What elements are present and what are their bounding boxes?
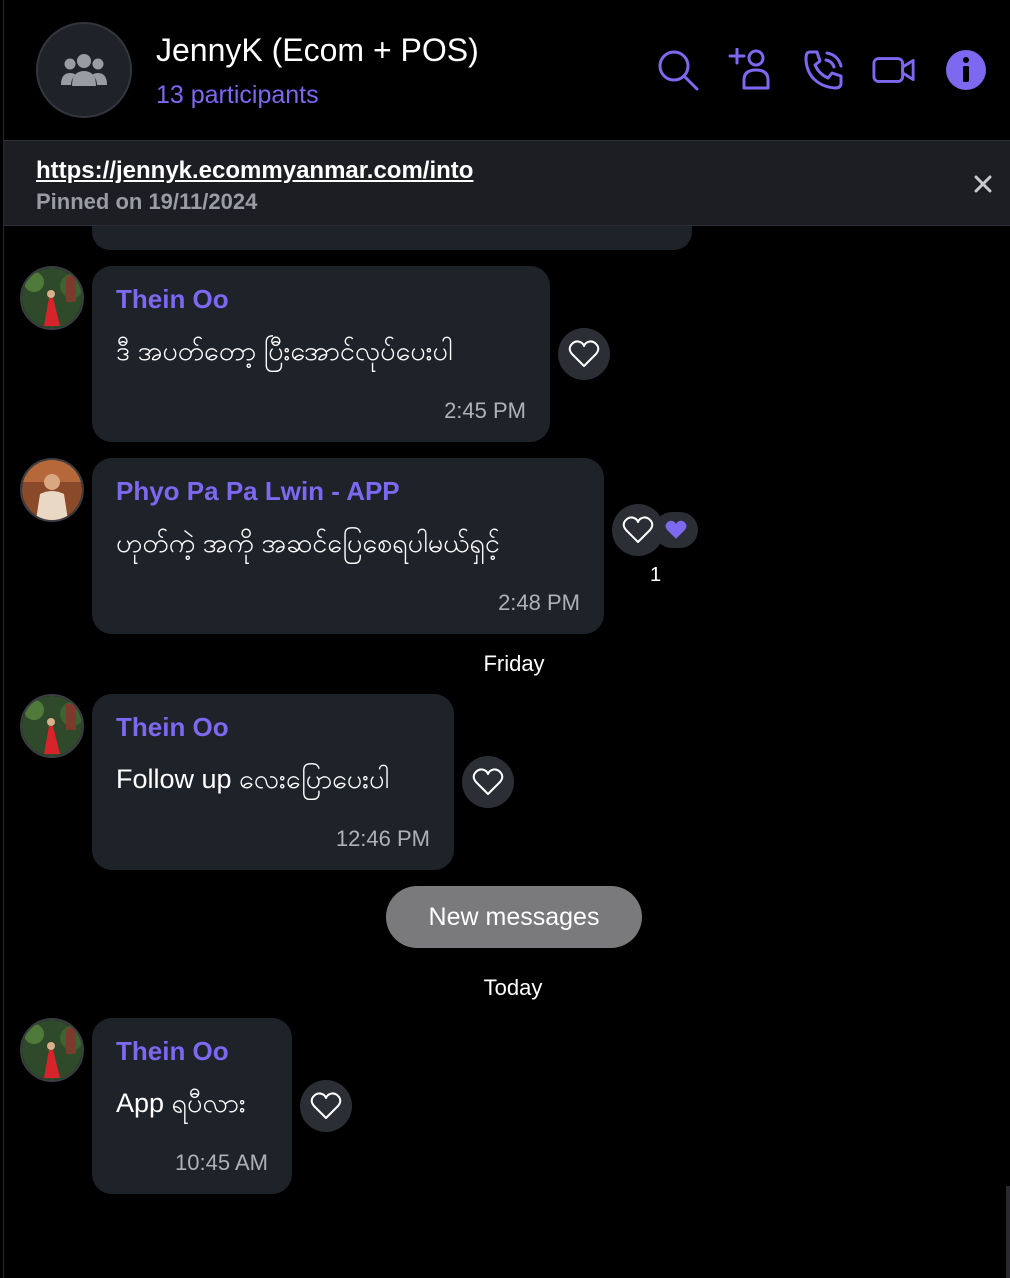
participants-count[interactable]: 13 participants [156, 81, 319, 110]
profile-photo-icon [22, 696, 82, 756]
heart-filled-icon [665, 520, 687, 539]
chat-title[interactable]: JennyK (Ecom + POS) [156, 32, 479, 69]
react-button[interactable] [612, 504, 664, 556]
voice-call-button[interactable] [802, 48, 846, 92]
avatar[interactable] [20, 694, 84, 758]
message-text: ဟုတ်ကဲ့ အကို အဆင်ပြေစေရပါမယ်ရှင့် [116, 528, 500, 558]
search-icon [658, 50, 699, 91]
profile-photo-icon [22, 460, 82, 520]
message-time: 12:46 PM [335, 826, 430, 851]
search-button[interactable] [656, 48, 700, 92]
message-bubble[interactable]: Thein Oo App ရပီလား 10:45 AM [92, 1018, 292, 1194]
sender-name[interactable]: Phyo Pa Pa Lwin - APP [116, 476, 400, 507]
react-button[interactable] [300, 1080, 352, 1132]
sender-name[interactable]: Thein Oo [116, 284, 229, 315]
sender-name[interactable]: Thein Oo [116, 712, 229, 743]
date-separator: Today [483, 975, 543, 1000]
add-participant-button[interactable] [728, 48, 772, 92]
avatar[interactable] [20, 458, 84, 522]
sender-name[interactable]: Thein Oo [116, 1036, 229, 1067]
avatar[interactable] [20, 1018, 84, 1082]
message-text: App ရပီလား [116, 1088, 246, 1118]
video-call-icon [872, 57, 915, 83]
new-messages-button[interactable]: New messages [386, 886, 642, 948]
add-participant-icon [728, 48, 770, 90]
close-icon [974, 175, 992, 193]
message-text: Follow up လေးပြောပေးပါ [116, 764, 390, 794]
previous-message-bubble [92, 226, 692, 250]
heart-outline-icon [472, 768, 504, 795]
group-icon [61, 54, 107, 86]
message-time: 10:45 AM [175, 1150, 268, 1175]
message-time: 2:48 PM [498, 590, 580, 615]
message-time: 2:45 PM [444, 398, 526, 423]
close-pinned-button[interactable] [970, 171, 996, 197]
react-button[interactable] [462, 756, 514, 808]
avatar[interactable] [20, 266, 84, 330]
pinned-date: Pinned on 19/11/2024 [36, 189, 258, 214]
reaction-count: 1 [650, 564, 662, 586]
voice-call-icon [804, 50, 843, 90]
heart-outline-icon [310, 1092, 342, 1119]
pinned-message-bar[interactable]: https://jennyk.ecommyanmar.com/into Pinn… [4, 140, 1010, 226]
info-icon [946, 50, 986, 90]
profile-photo-icon [22, 1020, 82, 1080]
message-text: ဒီ အပတ်တော့ ပြီးအောင်လုပ်ပေးပါ [116, 336, 453, 366]
group-avatar[interactable] [36, 22, 132, 118]
profile-photo-icon [22, 268, 82, 328]
message-bubble[interactable]: Thein Oo Follow up လေးပြောပေးပါ 12:46 PM [92, 694, 454, 870]
react-button[interactable] [558, 328, 610, 380]
video-call-button[interactable] [872, 48, 916, 92]
scrollbar[interactable] [1006, 1186, 1010, 1278]
heart-outline-icon [568, 340, 600, 367]
chat-header: JennyK (Ecom + POS) 13 participants [4, 0, 1010, 140]
message-bubble[interactable]: Phyo Pa Pa Lwin - APP ဟုတ်ကဲ့ အကို အဆင်ပ… [92, 458, 604, 634]
date-separator: Friday [483, 651, 545, 676]
heart-outline-icon [622, 516, 654, 543]
pinned-link[interactable]: https://jennyk.ecommyanmar.com/into [36, 157, 473, 185]
message-bubble[interactable]: Thein Oo ဒီ အပတ်တော့ ပြီးအောင်လုပ်ပေးပါ … [92, 266, 550, 442]
info-button[interactable] [944, 48, 988, 92]
